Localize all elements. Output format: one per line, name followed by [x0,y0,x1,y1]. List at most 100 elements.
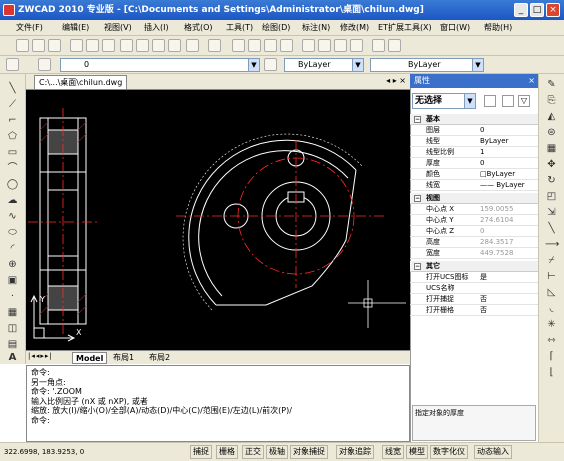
cut-icon[interactable] [120,39,133,52]
table-icon[interactable]: ▤ [6,338,19,351]
chevron-down-icon[interactable]: ▼ [472,59,483,71]
tool-palette-icon[interactable] [334,39,347,52]
fillet-icon[interactable]: ◟ [545,302,558,315]
property-row[interactable]: 打开捕捉否 [410,294,538,305]
offset-icon[interactable]: ⊜ [545,126,558,139]
pencil-icon[interactable] [6,58,19,71]
quick-select-icon[interactable]: ▽ [518,95,530,107]
redo-icon[interactable] [208,39,221,52]
chamfer-icon[interactable]: ◺ [545,286,558,299]
property-group-basic[interactable]: − 基本 [410,114,538,125]
make-current-layer-icon[interactable] [264,58,277,71]
chevron-down-icon[interactable]: ▼ [248,59,259,71]
selection-combo[interactable]: 无选择 ▼ [412,93,476,109]
align-icon[interactable]: ⌈ [545,350,558,363]
pedit-icon[interactable]: ⌊ [545,366,558,379]
print-icon[interactable] [70,39,83,52]
scale-icon[interactable]: ◰ [545,190,558,203]
region-icon[interactable]: ◫ [6,322,19,335]
ellipse-icon[interactable]: ⬭ [6,226,19,239]
revcloud-icon[interactable]: ☁ [6,194,19,207]
layer-combo[interactable]: 0 ▼ [60,58,260,72]
menu-help[interactable]: 帮助(H) [484,20,512,36]
tab-layout2[interactable]: 布局2 [146,352,173,364]
zoom-previous-icon[interactable] [280,39,293,52]
lengthen-icon[interactable]: ⇿ [545,334,558,347]
menu-view[interactable]: 视图(V) [104,20,132,36]
property-row[interactable]: 线宽 —— ByLayer [410,180,538,191]
line-icon[interactable]: ╲ [6,82,19,95]
menu-insert[interactable]: 插入(I) [144,20,169,36]
property-group-misc[interactable]: − 其它 [410,261,538,272]
document-tab[interactable]: C:\...\桌面\chilun.dwg [34,75,128,89]
point-icon[interactable]: · [6,290,19,303]
status-dynamic-input-button[interactable]: 动态输入 [474,445,512,459]
copy-object-icon[interactable]: ⎘ [545,94,558,107]
property-row[interactable]: 厚度 0 [410,158,538,169]
tab-nav-arrows[interactable]: |◂◂▸▸| [28,352,53,360]
drawing-canvas[interactable]: Y X [26,90,410,350]
design-center-icon[interactable] [318,39,331,52]
property-group-view[interactable]: − 视图 [410,193,538,204]
status-tablet-button[interactable]: 数字化仪 [430,445,468,459]
collapse-icon[interactable]: − [414,263,421,270]
insert-block-icon[interactable]: ⊕ [6,258,19,271]
tab-model[interactable]: Model [72,352,108,364]
menu-et-tools[interactable]: ET扩展工具(X) [378,20,432,36]
circle-icon[interactable]: ◯ [6,178,19,191]
status-ortho-button[interactable]: 正交 [242,445,264,459]
menu-window[interactable]: 窗口(W) [440,20,470,36]
status-grid-button[interactable]: 栅格 [216,445,238,459]
property-row[interactable]: 线型 ByLayer [410,136,538,147]
xline-icon[interactable]: ⟋ [6,98,19,111]
text-icon[interactable]: A [6,351,19,364]
status-lineweight-button[interactable]: 线宽 [382,445,404,459]
print-preview-icon[interactable] [86,39,99,52]
copy-icon[interactable] [136,39,149,52]
explode-icon[interactable]: ✳ [545,318,558,331]
collapse-icon[interactable]: − [414,116,421,123]
close-button[interactable]: × [546,3,560,17]
color-combo[interactable]: ByLayer ▼ [284,58,364,72]
layer-manager-icon[interactable] [38,58,51,71]
collapse-icon[interactable]: − [414,195,421,202]
property-row[interactable]: 打开UCS图标是 [410,272,538,283]
publish-icon[interactable] [102,39,115,52]
command-window[interactable]: 命令: 另一角点: 命令: '.ZOOM 输入比例因子 (nX 或 nXP), … [26,365,410,442]
make-block-icon[interactable]: ▣ [6,274,19,287]
tab-layout1[interactable]: 布局1 [110,352,137,364]
menu-modify[interactable]: 修改(M) [340,20,369,36]
arc-icon[interactable]: ⌒ [6,162,19,175]
status-snap-button[interactable]: 捕捉 [190,445,212,459]
menu-tools[interactable]: 工具(T) [226,20,253,36]
maximize-button[interactable]: □ [530,3,544,17]
menu-draw[interactable]: 绘图(D) [262,20,290,36]
polyline-icon[interactable]: ⌐ [6,114,19,127]
document-close-icon[interactable]: ◂ ▸ × [386,76,406,85]
move-icon[interactable]: ✥ [545,158,558,171]
zoom-realtime-icon[interactable] [248,39,261,52]
select-objects-icon[interactable] [502,95,514,107]
extend-icon[interactable]: ⟶ [545,238,559,251]
open-file-icon[interactable] [32,39,45,52]
stretch-icon[interactable]: ⇲ [545,206,558,219]
property-row[interactable]: 中心点 Z0 [410,226,538,237]
ellipse-arc-icon[interactable]: ◜ [6,242,19,255]
chevron-down-icon[interactable]: ▼ [352,59,363,71]
join-icon[interactable]: ⊢ [545,270,558,283]
menu-format[interactable]: 格式(O) [184,20,213,36]
zoom-window-icon[interactable] [264,39,277,52]
property-row[interactable]: 图层 0 [410,125,538,136]
linetype-combo[interactable]: ByLayer ▼ [370,58,484,72]
properties-close-icon[interactable]: × [528,74,535,88]
rectangle-icon[interactable]: ▭ [6,146,19,159]
new-file-icon[interactable] [16,39,29,52]
menu-edit[interactable]: 编辑(E) [62,20,89,36]
property-row[interactable]: 中心点 Y 274.6104 [410,215,538,226]
break-icon[interactable]: ⌿ [545,254,558,267]
chevron-down-icon[interactable]: ▼ [464,94,475,108]
calculator-icon[interactable] [350,39,363,52]
find-icon[interactable] [372,39,385,52]
minimize-button[interactable]: _ [514,3,528,17]
menu-dimension[interactable]: 标注(N) [302,20,330,36]
